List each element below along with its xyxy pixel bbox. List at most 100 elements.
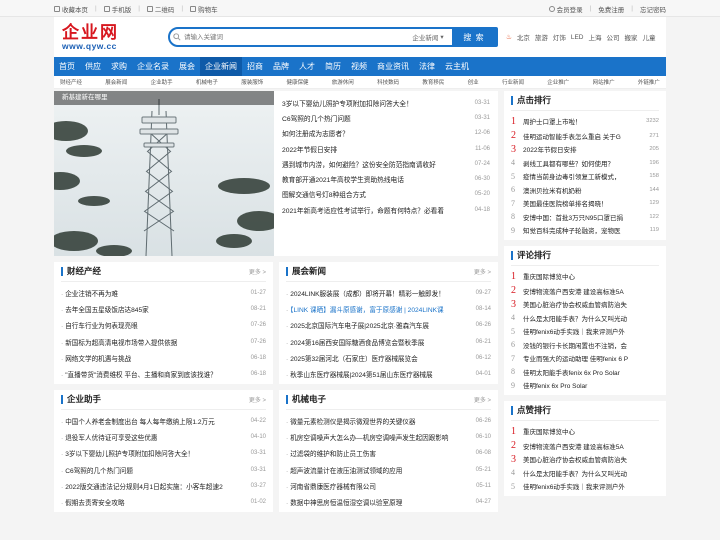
list-item[interactable]: 3岁以下婴幼儿照护专项附加扣除问答大全！ 03-31: [61, 445, 266, 461]
list-item[interactable]: 河南省鼎康医疗器械有限公司 05-11: [286, 478, 491, 494]
more-link[interactable]: 更多 >: [249, 395, 266, 404]
search-button[interactable]: 搜 索: [452, 29, 496, 45]
list-item[interactable]: 机房空调噪声大怎么办—机房空调噪声发生起因跟影响 06-10: [286, 429, 491, 445]
rank-item[interactable]: 9 知觉百科完成种子轮融资，宠物医 119: [511, 224, 659, 238]
rank-item[interactable]: 3 2022年节假日安排 205: [511, 143, 659, 157]
rank-item[interactable]: 5 佳明fenix6动手实践｜我来评测户外: [511, 325, 659, 339]
bookmark-link[interactable]: 收藏本页: [54, 4, 88, 14]
hot-keyword[interactable]: 搬家: [624, 32, 637, 42]
list-item[interactable]: 微量元素检测仪是揭示微观世界的关键仪器 06-26: [286, 413, 491, 429]
list-item[interactable]: 2024LINK服装展（成都）即将开幕！精彩一触即发！ 09-27: [286, 285, 491, 301]
subnav-item[interactable]: 企业助手: [151, 78, 173, 86]
rank-item[interactable]: 5 疫情当前身边毒引领复工新模式， 158: [511, 170, 659, 184]
subnav-item[interactable]: 旅游休闲: [332, 78, 354, 86]
more-link[interactable]: 更多 >: [249, 267, 266, 276]
list-item[interactable]: 退役军人优待证可享受这些优惠 04-10: [61, 429, 266, 445]
list-item[interactable]: 2022版交通违法记分规则4月1日起实施：小客车超速2 03-27: [61, 478, 266, 494]
list-item[interactable]: 2025北京国际汽车电子展|2025北京·雅森汽车展 06-26: [286, 317, 491, 333]
headline-item[interactable]: 图解交通信号灯8种组合方式 05-20: [282, 187, 490, 202]
headline-item[interactable]: 遇到城市内涝，如何避险？这份安全防范指南请收好 07-24: [282, 156, 490, 171]
nav-item-video[interactable]: 视频: [346, 57, 372, 76]
rank-item[interactable]: 6 没钱的银行卡长期闲置也不注销，会: [511, 338, 659, 352]
login-link[interactable]: 会员登录: [548, 4, 583, 14]
headline-item[interactable]: 2022年节假日安排 11-06: [282, 141, 490, 156]
mobile-link[interactable]: 手机版: [103, 4, 131, 14]
subnav-item[interactable]: 机械电子: [196, 78, 218, 86]
rank-item[interactable]: 7 美国最佳医院榜单排名揭晓！ 129: [511, 197, 659, 211]
list-item[interactable]: "直播带货"消费维权 平台、主播和商家到底该找谁？ 06-18: [61, 366, 266, 382]
nav-item-home[interactable]: 首页: [54, 57, 80, 76]
rank-item[interactable]: 2 佳明运动智能手表怎么重启 关于G 271: [511, 129, 659, 143]
rank-item[interactable]: 2 安博物流落户西安港 建设高标准5A: [511, 284, 659, 298]
rank-item[interactable]: 7 专业而强大的运动助理 佳明fenix 6 P: [511, 352, 659, 366]
list-item[interactable]: 秋季山东医疗器械展|2024第51届山东医疗器械展 04-01: [286, 366, 491, 382]
nav-item-news[interactable]: 企业新闻: [200, 57, 242, 76]
list-item[interactable]: 超声波流量计在液压油测试领域的应用 05-21: [286, 462, 491, 478]
rank-item[interactable]: 2 安博物流落户西安港 建设高标准5A: [511, 439, 659, 453]
list-item[interactable]: 2024第16届西安国际糖酒食品博览会暨秋季展 06-21: [286, 334, 491, 350]
hot-keyword[interactable]: 上海: [588, 32, 601, 42]
rank-item[interactable]: 5 佳明fenix6动手实践｜我来评测户外: [511, 480, 659, 494]
subnav-item[interactable]: 网站推广: [593, 78, 615, 86]
subnav-item[interactable]: 服装服饰: [241, 78, 263, 86]
subnav-item[interactable]: 健康保健: [286, 78, 308, 86]
rank-item[interactable]: 8 佳明太阳能手表fenix 6x Pro Solar: [511, 365, 659, 379]
search-input[interactable]: [184, 29, 404, 45]
subnav-item[interactable]: 外链推广: [638, 78, 660, 86]
rank-item[interactable]: 3 美国心脏治疗协会权威血管病防治失: [511, 298, 659, 312]
list-item[interactable]: C6驾照的几个热门问题 03-31: [61, 462, 266, 478]
cart-link[interactable]: 购物车: [190, 4, 218, 14]
register-link[interactable]: 免费注册: [598, 4, 624, 14]
list-item[interactable]: 网络文学的机遇与挑战 06-18: [61, 350, 266, 366]
headline-item[interactable]: C6驾照的几个热门问题 03-31: [282, 110, 490, 125]
subnav-item[interactable]: 财经产经: [60, 78, 82, 86]
list-item[interactable]: 【LINK 课晒】漏斗原感谢，富于原感谢 | 2024LINK课 08-14: [286, 301, 491, 317]
nav-item-business-info[interactable]: 商业资讯: [372, 57, 414, 76]
subnav-item[interactable]: 企业推广: [547, 78, 569, 86]
hot-keyword[interactable]: 儿童: [642, 32, 655, 42]
more-link[interactable]: 更多 >: [474, 395, 491, 404]
nav-item-talent[interactable]: 人才: [294, 57, 320, 76]
hot-keyword[interactable]: 灯饰: [553, 32, 566, 42]
list-item[interactable]: 过滤袋的维护和防止员工伤害 06-08: [286, 445, 491, 461]
list-item[interactable]: 自行车行业为何表现亮眼 07-26: [61, 317, 266, 333]
nav-item-brand[interactable]: 品牌: [268, 57, 294, 76]
list-item[interactable]: 新国标为超高清电视市场带入提供依据 07-26: [61, 334, 266, 350]
rank-item[interactable]: 1 周护士口罩上市啦！ 3232: [511, 113, 659, 129]
qrcode-link[interactable]: 二维码: [146, 4, 174, 14]
list-item[interactable]: 假期去责寄安全攻略 01-02: [61, 494, 266, 510]
list-item[interactable]: 2025第32届河北（石家庄）医疗器械展览会 06-12: [286, 350, 491, 366]
nav-item-company[interactable]: 企业名录: [132, 57, 174, 76]
nav-item-buy[interactable]: 求购: [106, 57, 132, 76]
rank-item[interactable]: 4 什么是太阳能手表？为什么又叫光动: [511, 311, 659, 325]
rank-item[interactable]: 3 美国心脏治疗协会权威血管病防治失: [511, 453, 659, 467]
list-item[interactable]: 数据中神思房恒温恒湿空调以验室原理 04-27: [286, 494, 491, 510]
hot-keyword[interactable]: 公司: [606, 32, 619, 42]
nav-item-supply[interactable]: 供应: [80, 57, 106, 76]
subnav-item[interactable]: 行业新闻: [502, 78, 524, 86]
subnav-item[interactable]: 教育移民: [422, 78, 444, 86]
nav-item-invest[interactable]: 招商: [242, 57, 268, 76]
list-item[interactable]: 去年全国五星级饭店达845家 08-21: [61, 301, 266, 317]
subnav-item[interactable]: 创业: [468, 78, 479, 86]
headline-item[interactable]: 3岁以下婴幼儿照护专项附加扣除问答大全！ 03-31: [282, 95, 490, 110]
rank-item[interactable]: 9 佳明fenix 6x Pro Solar: [511, 379, 659, 393]
rank-item[interactable]: 4 什么是太阳能手表？为什么又叫光动: [511, 466, 659, 480]
nav-item-resume[interactable]: 简历: [320, 57, 346, 76]
hot-keyword[interactable]: LED: [571, 34, 584, 41]
rank-item[interactable]: 1 重庆国际博览中心: [511, 268, 659, 284]
nav-item-cloud[interactable]: 云主机: [440, 57, 474, 76]
search-category-select[interactable]: 企业新闻 ▾: [404, 29, 452, 45]
rank-item[interactable]: 8 安博中国：首批3万只N95口罩已捐 122: [511, 210, 659, 224]
site-logo[interactable]: 企业网 www.qyw.cc: [54, 24, 164, 51]
hot-keyword[interactable]: 旅游: [535, 32, 548, 42]
headline-item[interactable]: 教育部开通2021年高校学生资助热线电话 06-30: [282, 171, 490, 186]
subnav-item[interactable]: 科技数码: [377, 78, 399, 86]
hot-keyword[interactable]: 北京: [517, 32, 530, 42]
rank-item[interactable]: 1 重庆国际博览中心: [511, 423, 659, 439]
headline-item[interactable]: 2021年新高考适应性考试举行，命题有何特点？必看着 04-18: [282, 202, 490, 217]
rank-item[interactable]: 6 澳洲贝拉米有机奶粉 144: [511, 183, 659, 197]
more-link[interactable]: 更多 >: [474, 267, 491, 276]
forgot-password-link[interactable]: 忘记密码: [640, 4, 666, 14]
list-item[interactable]: 中国个人养老金制度出台 每人每年缴纳上限1.2万元 04-22: [61, 413, 266, 429]
